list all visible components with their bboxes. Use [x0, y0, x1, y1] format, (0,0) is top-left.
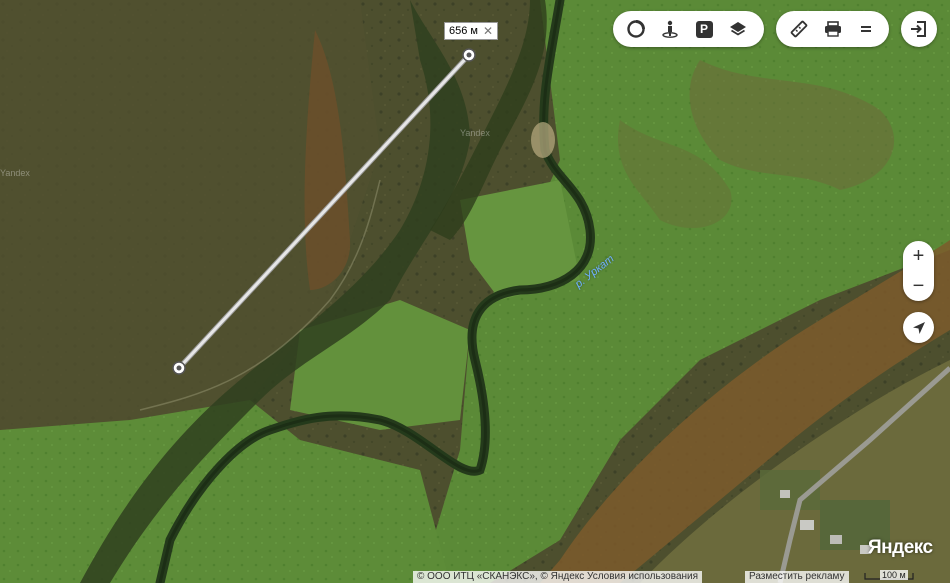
- scale-label: 100 м: [880, 570, 908, 580]
- menu-icon: [861, 26, 872, 32]
- panorama-person-icon: [662, 20, 678, 38]
- printer-icon: [824, 21, 841, 37]
- watermark-center: Yandex: [460, 128, 490, 138]
- print-button[interactable]: [816, 14, 850, 44]
- traffic-button[interactable]: [619, 14, 653, 44]
- traffic-circle-icon: [627, 20, 645, 38]
- menu-button[interactable]: [849, 14, 883, 44]
- place-ads-link[interactable]: Разместить рекламу: [745, 571, 849, 583]
- panorama-button[interactable]: [653, 14, 687, 44]
- zoom-control: + −: [903, 241, 934, 301]
- ruler-distance-value: 656 м: [449, 25, 478, 37]
- copyright-bar: © ООО ИТЦ «СКАНЭКС», © Яндекс Условия ис…: [413, 571, 703, 583]
- login-icon: [911, 21, 926, 37]
- map-layers-toolbar: P: [613, 11, 764, 47]
- ruler-close-icon[interactable]: ✕: [483, 24, 493, 38]
- ruler-icon: [790, 20, 808, 38]
- zoom-out-button[interactable]: −: [903, 271, 934, 301]
- ruler-distance-label: 656 м ✕: [444, 22, 499, 40]
- geolocation-arrow-icon: [912, 321, 925, 334]
- watermark-left: Yandex: [0, 168, 30, 178]
- map-tools-toolbar: [776, 11, 889, 47]
- login-button[interactable]: [901, 11, 937, 47]
- copyright-text: © ООО ИТЦ «СКАНЭКС», © Яндекс: [417, 571, 585, 582]
- parking-icon: P: [695, 20, 713, 38]
- yandex-logo[interactable]: Яндекс: [868, 537, 933, 559]
- layers-icon: [730, 22, 746, 36]
- satellite-map[interactable]: [0, 0, 950, 583]
- ruler-button[interactable]: [782, 14, 816, 44]
- zoom-in-button[interactable]: +: [903, 241, 934, 271]
- parking-button[interactable]: P: [687, 14, 721, 44]
- terms-link[interactable]: Условия использования: [587, 571, 698, 582]
- geolocation-button[interactable]: [903, 312, 934, 343]
- layers-button[interactable]: [721, 14, 755, 44]
